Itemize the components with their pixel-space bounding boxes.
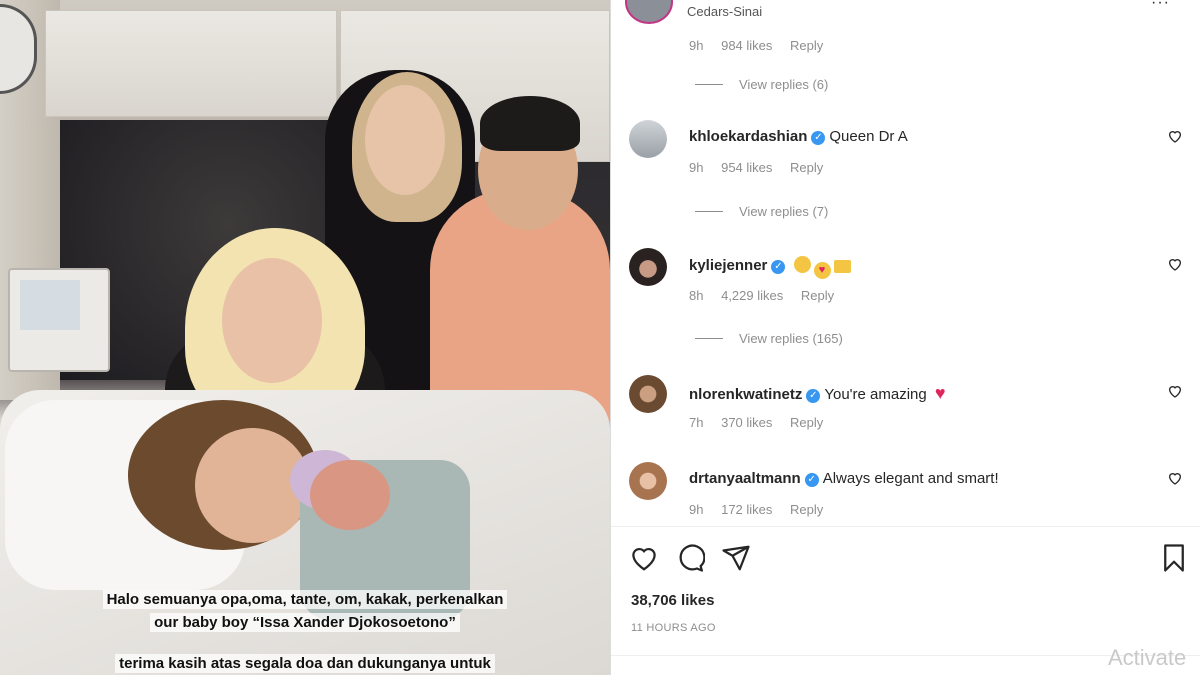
post-header: Cedars-Sinai ···: [611, 0, 1200, 24]
person-face: [222, 258, 322, 383]
comment: drtanyaaltmann ✓ Always elegant and smart!…: [629, 462, 1189, 517]
comment-text-row: khloekardashian ✓ Queen Dr A: [689, 128, 908, 145]
author-avatar[interactable]: [625, 0, 673, 24]
photo-caption: terima kasih atas segala doa dan dukunga…: [0, 652, 610, 675]
like-comment-icon[interactable]: [1167, 470, 1183, 486]
username[interactable]: nlorenkwatinetz: [689, 386, 802, 403]
verified-icon: ✓: [804, 473, 819, 487]
view-replies-button[interactable]: View replies (6): [695, 77, 828, 92]
comment-time: 7h: [689, 415, 704, 430]
reply-button[interactable]: Reply: [790, 160, 823, 175]
comment: nlorenkwatinetz ✓ You're amazing ♥ 7h 370 …: [629, 375, 1189, 430]
comment-meta: 9h 984 likes Reply: [689, 38, 837, 53]
caption-line: terima kasih atas segala doa dan dukunga…: [115, 654, 495, 673]
comment-text-row: kyliejenner ✓ ♥: [689, 256, 854, 279]
reply-button[interactable]: Reply: [790, 38, 823, 53]
person-hair: [480, 96, 580, 151]
avatar[interactable]: [629, 120, 667, 158]
username[interactable]: drtanyaaltmann: [689, 470, 801, 487]
comment-time: 8h: [689, 288, 704, 303]
verified-icon: ✓: [811, 131, 826, 145]
avatar[interactable]: [629, 462, 667, 500]
comment: khloekardashian ✓ Queen Dr A 9h 954 likes …: [629, 120, 1189, 175]
replies-line: [695, 84, 723, 85]
comment-likes[interactable]: 954 likes: [721, 160, 772, 175]
verified-icon: ✓: [771, 260, 786, 274]
view-replies-label: View replies (165): [739, 331, 843, 346]
crown-emoji-icon: [833, 260, 851, 273]
heart-eyes-emoji-icon: ♥: [813, 262, 831, 279]
view-replies-button[interactable]: View replies (7): [695, 204, 828, 219]
post-likes-count[interactable]: 38,706 likes: [631, 592, 714, 609]
medical-monitor: [8, 268, 110, 372]
replies-line: [695, 211, 723, 212]
comment-text-row: nlorenkwatinetz ✓ You're amazing ♥: [689, 383, 946, 404]
view-replies-button[interactable]: View replies (165): [695, 331, 843, 346]
person-face: [365, 85, 445, 195]
comment-time: 9h: [689, 38, 704, 53]
comments-panel: Cedars-Sinai ··· 9h 984 likes Reply View…: [610, 0, 1200, 675]
caption-line: Halo semuanya opa,oma, tante, om, kakak,…: [102, 590, 508, 609]
monitor-screen: [20, 280, 80, 330]
like-comment-icon[interactable]: [1167, 128, 1183, 144]
location-link[interactable]: Cedars-Sinai: [687, 4, 762, 19]
comment-icon[interactable]: [675, 543, 705, 573]
like-comment-icon[interactable]: [1167, 383, 1183, 399]
verified-icon: ✓: [806, 389, 821, 403]
rofl-emoji-icon: [793, 256, 811, 273]
comment-likes[interactable]: 4,229 likes: [721, 288, 783, 303]
avatar[interactable]: [629, 248, 667, 286]
comment-text: Queen Dr A: [829, 128, 908, 145]
username[interactable]: kyliejenner: [689, 257, 767, 274]
username[interactable]: khloekardashian: [689, 128, 807, 145]
comment-likes[interactable]: 370 likes: [721, 415, 772, 430]
red-heart-emoji-icon: ♥: [934, 383, 946, 403]
comment-meta: 8h 4,229 likes Reply: [689, 288, 848, 303]
avatar[interactable]: [629, 375, 667, 413]
comment-time: 9h: [689, 160, 704, 175]
divider: [611, 526, 1200, 527]
like-comment-icon[interactable]: [1167, 256, 1183, 272]
save-bookmark-icon[interactable]: [1159, 543, 1189, 573]
comment: kyliejenner ✓ ♥ 8h 4,229 likes Reply: [629, 248, 1189, 303]
view-replies-label: View replies (6): [739, 77, 829, 92]
post-photo[interactable]: Halo semuanya opa,oma, tante, om, kakak,…: [0, 0, 610, 675]
reply-button[interactable]: Reply: [801, 288, 834, 303]
photo-caption: Halo semuanya opa,oma, tante, om, kakak,…: [0, 588, 610, 634]
comment-meta: 9h 954 likes Reply: [689, 160, 837, 175]
reply-button[interactable]: Reply: [790, 415, 823, 430]
comment-text: You're amazing: [824, 386, 927, 403]
comment-text: Always elegant and smart!: [822, 470, 999, 487]
comment-meta: 7h 370 likes Reply: [689, 415, 837, 430]
more-options-icon[interactable]: ···: [1151, 0, 1170, 12]
caption-line: our baby boy “Issa Xander Djokosoetono”: [150, 613, 460, 632]
replies-line: [695, 338, 723, 339]
comment-meta: 9h 172 likes Reply: [689, 502, 837, 517]
share-icon[interactable]: [721, 543, 751, 573]
comment-likes[interactable]: 984 likes: [721, 38, 772, 53]
post-actions: [629, 543, 1189, 573]
reply-button[interactable]: Reply: [790, 502, 823, 517]
comment-time: 9h: [689, 502, 704, 517]
post-time-ago: 11 HOURS AGO: [631, 622, 716, 634]
activate-windows-watermark: Activate: [1108, 645, 1187, 670]
comment-text-row: drtanyaaltmann ✓ Always elegant and smart!: [689, 470, 999, 487]
baby-face: [310, 460, 390, 530]
window-blind: [45, 10, 337, 117]
comment-likes[interactable]: 172 likes: [721, 502, 772, 517]
like-icon[interactable]: [629, 543, 659, 573]
view-replies-label: View replies (7): [739, 204, 829, 219]
